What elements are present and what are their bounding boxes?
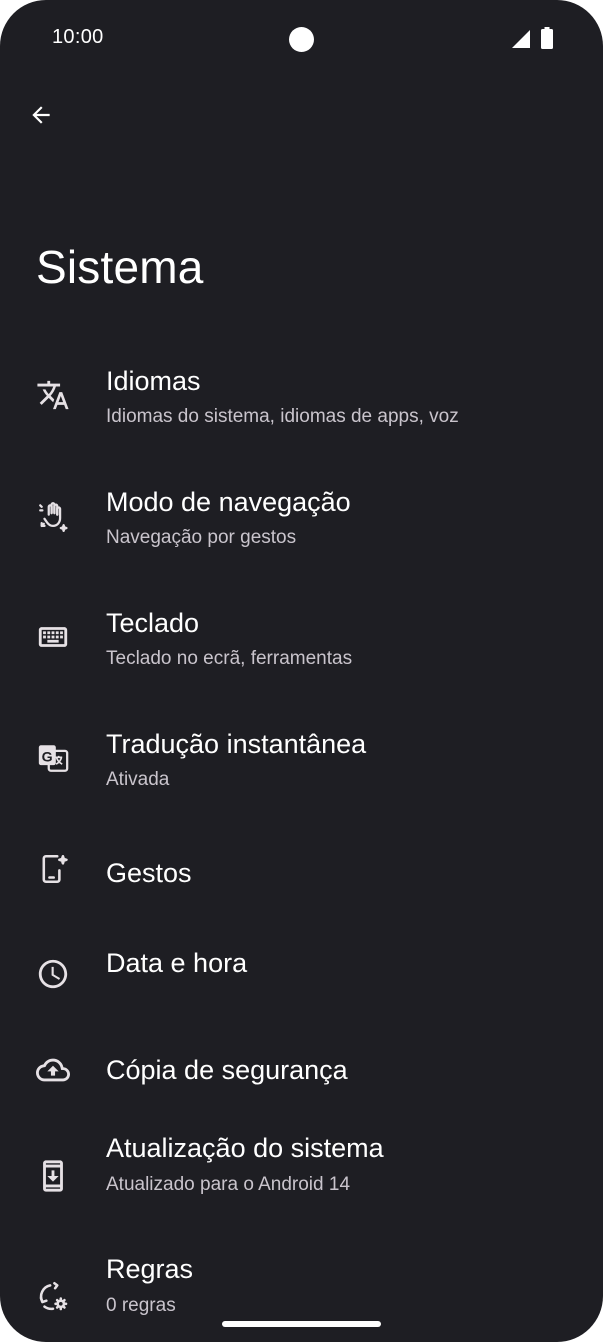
- setting-summary: Atualizado para o Android 14: [106, 1174, 351, 1195]
- setting-label: Atualização do sistema: [106, 1133, 384, 1163]
- system-update-icon: [36, 1159, 70, 1193]
- status-icons: [511, 27, 553, 49]
- page-title: Sistema: [36, 241, 204, 293]
- setting-summary: Ativada: [106, 769, 170, 790]
- clock-icon: [36, 957, 70, 991]
- status-time: 10:00: [52, 26, 104, 48]
- setting-summary: 0 regras: [106, 1295, 176, 1316]
- home-indicator[interactable]: [222, 1321, 381, 1327]
- setting-item-modo-de-navegacao[interactable]: Modo de navegação Navegação por gestos: [0, 461, 603, 582]
- setting-item-copia-de-seguranca[interactable]: Cópia de segurança: [0, 1035, 603, 1125]
- setting-label: Cópia de segurança: [106, 1055, 348, 1085]
- setting-summary: Navegação por gestos: [106, 527, 297, 548]
- setting-item-regras[interactable]: Regras 0 regras: [0, 1246, 603, 1342]
- svg-text:G: G: [42, 750, 53, 766]
- battery-icon: [541, 27, 553, 49]
- setting-label: Gestos: [106, 858, 192, 888]
- arrow-back-icon: [32, 106, 50, 124]
- setting-label: Tradução instantânea: [106, 729, 367, 759]
- back-button[interactable]: [20, 94, 62, 136]
- rules-sync-icon: [36, 1279, 70, 1313]
- setting-label: Idiomas: [106, 366, 201, 396]
- setting-item-gestos[interactable]: Gestos: [0, 824, 603, 914]
- settings-list: Idiomas Idiomas do sistema, idiomas de a…: [0, 340, 603, 1342]
- status-bar: 10:00: [0, 0, 603, 76]
- translate-icon: [36, 378, 70, 412]
- camera-cutout: [289, 27, 314, 52]
- setting-label: Data e hora: [106, 948, 248, 978]
- setting-item-traducao-instantanea[interactable]: G Tradução instantânea Ativada: [0, 703, 603, 824]
- setting-item-atualizacao-do-sistema[interactable]: Atualização do sistema Atualizado para o…: [0, 1125, 603, 1246]
- google-translate-icon: G: [36, 741, 70, 775]
- setting-label: Regras: [106, 1254, 194, 1284]
- phone-gesture-icon: [36, 852, 70, 886]
- setting-label: Modo de navegação: [106, 487, 351, 517]
- keyboard-icon: [36, 620, 70, 654]
- phone-screen: 10:00 Sistema Idiomas Idiomas do sistema…: [0, 0, 603, 1342]
- setting-item-data-e-hora[interactable]: Data e hora: [0, 914, 603, 1035]
- setting-label: Teclado: [106, 608, 200, 638]
- setting-item-idiomas[interactable]: Idiomas Idiomas do sistema, idiomas de a…: [0, 340, 603, 461]
- cloud-upload-icon: [36, 1053, 70, 1087]
- setting-summary: Idiomas do sistema, idiomas de apps, voz: [106, 406, 459, 427]
- setting-summary: Teclado no ecrã, ferramentas: [106, 648, 353, 669]
- setting-item-teclado[interactable]: Teclado Teclado no ecrã, ferramentas: [0, 582, 603, 703]
- cellular-signal-icon: [512, 30, 530, 48]
- gesture-hand-icon: [36, 499, 70, 533]
